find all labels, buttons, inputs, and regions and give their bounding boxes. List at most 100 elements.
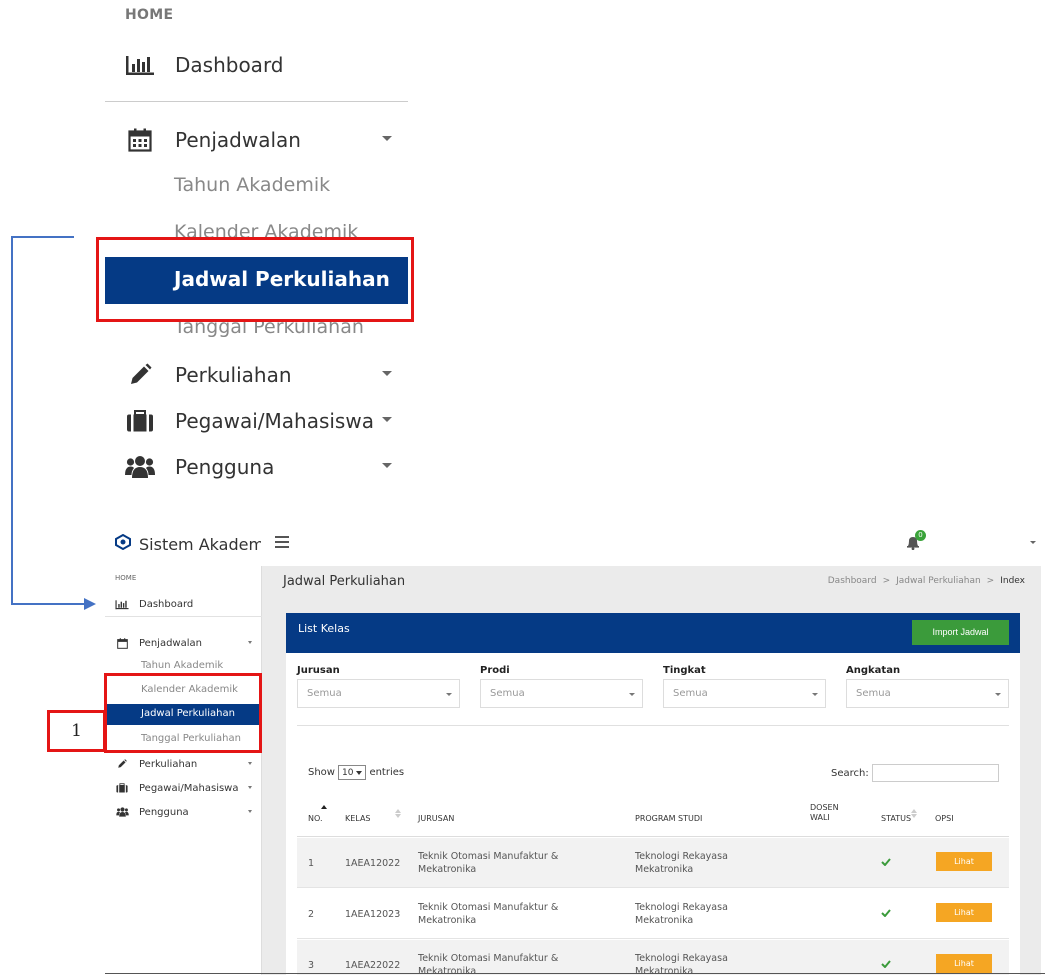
cell-kelas: 1AEA12022 <box>345 858 401 869</box>
connector-line <box>11 236 13 605</box>
arrow-right-icon <box>84 598 96 610</box>
import-jadwal-button[interactable]: Import Jadwal <box>912 620 1009 645</box>
sidebar-item-pengguna[interactable]: Pengguna <box>105 444 410 490</box>
sidebar: HOME Dashboard Penjadwalan Tahun Akademi… <box>105 566 262 975</box>
entries-length: Show 10 entries <box>308 765 404 780</box>
list-kelas-card: List Kelas Import Jadwal Jurusan Semua P… <box>286 613 1020 975</box>
breadcrumb: Dashboard > Jadwal Perkuliahan > Index <box>828 576 1025 586</box>
breadcrumb-jadwal[interactable]: Jadwal Perkuliahan <box>896 576 981 586</box>
breadcrumb-separator: > <box>986 576 995 586</box>
highlight-box-zoom <box>96 237 414 322</box>
sidebar-item-pengguna[interactable]: Pengguna <box>105 801 262 823</box>
sidebar-subitem-tahun-akademik[interactable]: Tahun Akademik <box>174 174 330 196</box>
sidebar-divider <box>105 101 408 102</box>
cell-no: 3 <box>308 960 315 971</box>
sidebar-item-dashboard[interactable]: Dashboard <box>105 593 262 615</box>
card-title: List Kelas <box>298 622 350 635</box>
sidebar-item-label: Dashboard <box>139 598 194 610</box>
search-input[interactable] <box>871 764 999 782</box>
hamburger-menu-icon[interactable] <box>275 536 289 548</box>
breadcrumb-dashboard[interactable]: Dashboard <box>828 576 877 586</box>
calendar-icon <box>105 637 139 649</box>
column-header-program-studi[interactable]: PROGRAM STUDI <box>635 814 702 823</box>
select-value: Semua <box>673 688 708 699</box>
table-row: 3 1AEA22022 Teknik Otomasi Manufaktur & … <box>297 940 1009 975</box>
table-row: 2 1AEA12023 Teknik Otomasi Manufaktur & … <box>297 889 1009 939</box>
calendar-icon <box>105 128 175 152</box>
sidebar-item-label: Pegawai/Mahasiswa <box>139 782 239 794</box>
users-icon <box>105 807 139 817</box>
sidebar-item-perkuliahan[interactable]: Perkuliahan <box>105 753 262 775</box>
chevron-down-icon <box>382 371 392 376</box>
brand[interactable]: Sistem Akademik <box>115 533 261 554</box>
column-header-status[interactable]: STATUS <box>881 814 911 823</box>
sidebar-item-label: Penjadwalan <box>139 637 202 649</box>
chevron-down-icon <box>382 136 392 141</box>
entries-select[interactable]: 10 <box>337 765 367 780</box>
column-header-no[interactable]: NO. <box>308 814 323 823</box>
page-title: Jadwal Perkuliahan <box>283 574 406 589</box>
connector-line <box>11 603 87 605</box>
cell-jurusan: Teknik Otomasi Manufaktur & Mekatronika <box>418 851 559 875</box>
bar-chart-icon <box>105 54 175 76</box>
select-value: Semua <box>307 688 342 699</box>
sidebar-item-dashboard[interactable]: Dashboard <box>105 42 410 88</box>
sidebar-item-label: Pengguna <box>139 806 189 818</box>
card-header: List Kelas Import Jadwal <box>286 613 1020 653</box>
sidebar-item-penjadwalan[interactable]: Penjadwalan <box>105 632 262 654</box>
sort-icon[interactable] <box>911 809 917 818</box>
cell-program-studi: Teknologi Rekayasa Mekatronika <box>635 851 728 875</box>
filter-angkatan: Angkatan Semua <box>846 665 1009 708</box>
sort-asc-icon[interactable] <box>321 805 327 809</box>
pencil-icon <box>105 759 139 769</box>
tingkat-select[interactable]: Semua <box>663 679 826 708</box>
prodi-select[interactable]: Semua <box>480 679 643 708</box>
divider <box>297 725 1009 726</box>
lihat-button[interactable]: Lihat <box>936 954 992 973</box>
step-number-label: 1 <box>47 710 106 752</box>
angkatan-select[interactable]: Semua <box>846 679 1009 708</box>
sidebar-item-perkuliahan[interactable]: Perkuliahan <box>105 352 410 398</box>
sidebar-item-label: Perkuliahan <box>139 758 198 770</box>
cell-jurusan: Teknik Otomasi Manufaktur & Mekatronika <box>418 953 559 975</box>
column-header-dosen-wali[interactable]: DOSEN WALI <box>810 803 850 823</box>
chevron-down-icon <box>382 417 392 422</box>
filter-label: Tingkat <box>663 665 706 676</box>
notification-badge: 0 <box>915 530 926 541</box>
chevron-down-icon <box>995 693 1001 696</box>
sidebar-item-label: Penjadwalan <box>175 128 301 152</box>
column-header-jurusan[interactable]: JURUSAN <box>418 814 454 823</box>
breadcrumb-separator: > <box>882 576 891 586</box>
sidebar-item-pegawai-mahasiswa[interactable]: Pegawai/Mahasiswa <box>105 398 410 444</box>
user-menu-chevron-icon[interactable] <box>1030 541 1036 544</box>
filter-label: Angkatan <box>846 665 901 676</box>
table-search: Search: <box>831 764 999 782</box>
cell-kelas: 1AEA12023 <box>345 909 401 920</box>
chevron-down-icon <box>248 641 252 644</box>
sidebar-item-pegawai-mahasiswa[interactable]: Pegawai/Mahasiswa <box>105 777 262 799</box>
sidebar-item-label: Dashboard <box>175 53 284 77</box>
check-icon <box>881 858 891 866</box>
jurusan-select[interactable]: Semua <box>297 679 460 708</box>
filter-jurusan: Jurusan Semua <box>297 665 460 708</box>
cell-kelas: 1AEA22022 <box>345 960 401 971</box>
lihat-button[interactable]: Lihat <box>936 852 992 871</box>
select-value: 10 <box>341 767 354 778</box>
column-header-kelas[interactable]: KELAS <box>345 814 371 823</box>
sidebar-subitem-tahun-akademik[interactable]: Tahun Akademik <box>141 660 223 671</box>
filter-label: Prodi <box>480 665 510 676</box>
sidebar-item-penjadwalan[interactable]: Penjadwalan <box>105 117 410 163</box>
chevron-down-icon <box>248 810 252 813</box>
column-header-opsi: OPSI <box>935 814 954 823</box>
sidebar-item-label: Pegawai/Mahasiswa <box>175 409 374 433</box>
entries-label: entries <box>369 767 405 778</box>
table-row: 1 1AEA12022 Teknik Otomasi Manufaktur & … <box>297 838 1009 888</box>
users-icon <box>105 455 175 479</box>
sort-icon[interactable] <box>395 809 401 818</box>
lihat-button[interactable]: Lihat <box>936 903 992 922</box>
chevron-down-icon <box>382 463 392 468</box>
cell-no: 1 <box>308 858 315 869</box>
sidebar-divider <box>105 616 262 617</box>
briefcase-icon <box>105 783 139 793</box>
filter-label: Jurusan <box>297 665 340 676</box>
